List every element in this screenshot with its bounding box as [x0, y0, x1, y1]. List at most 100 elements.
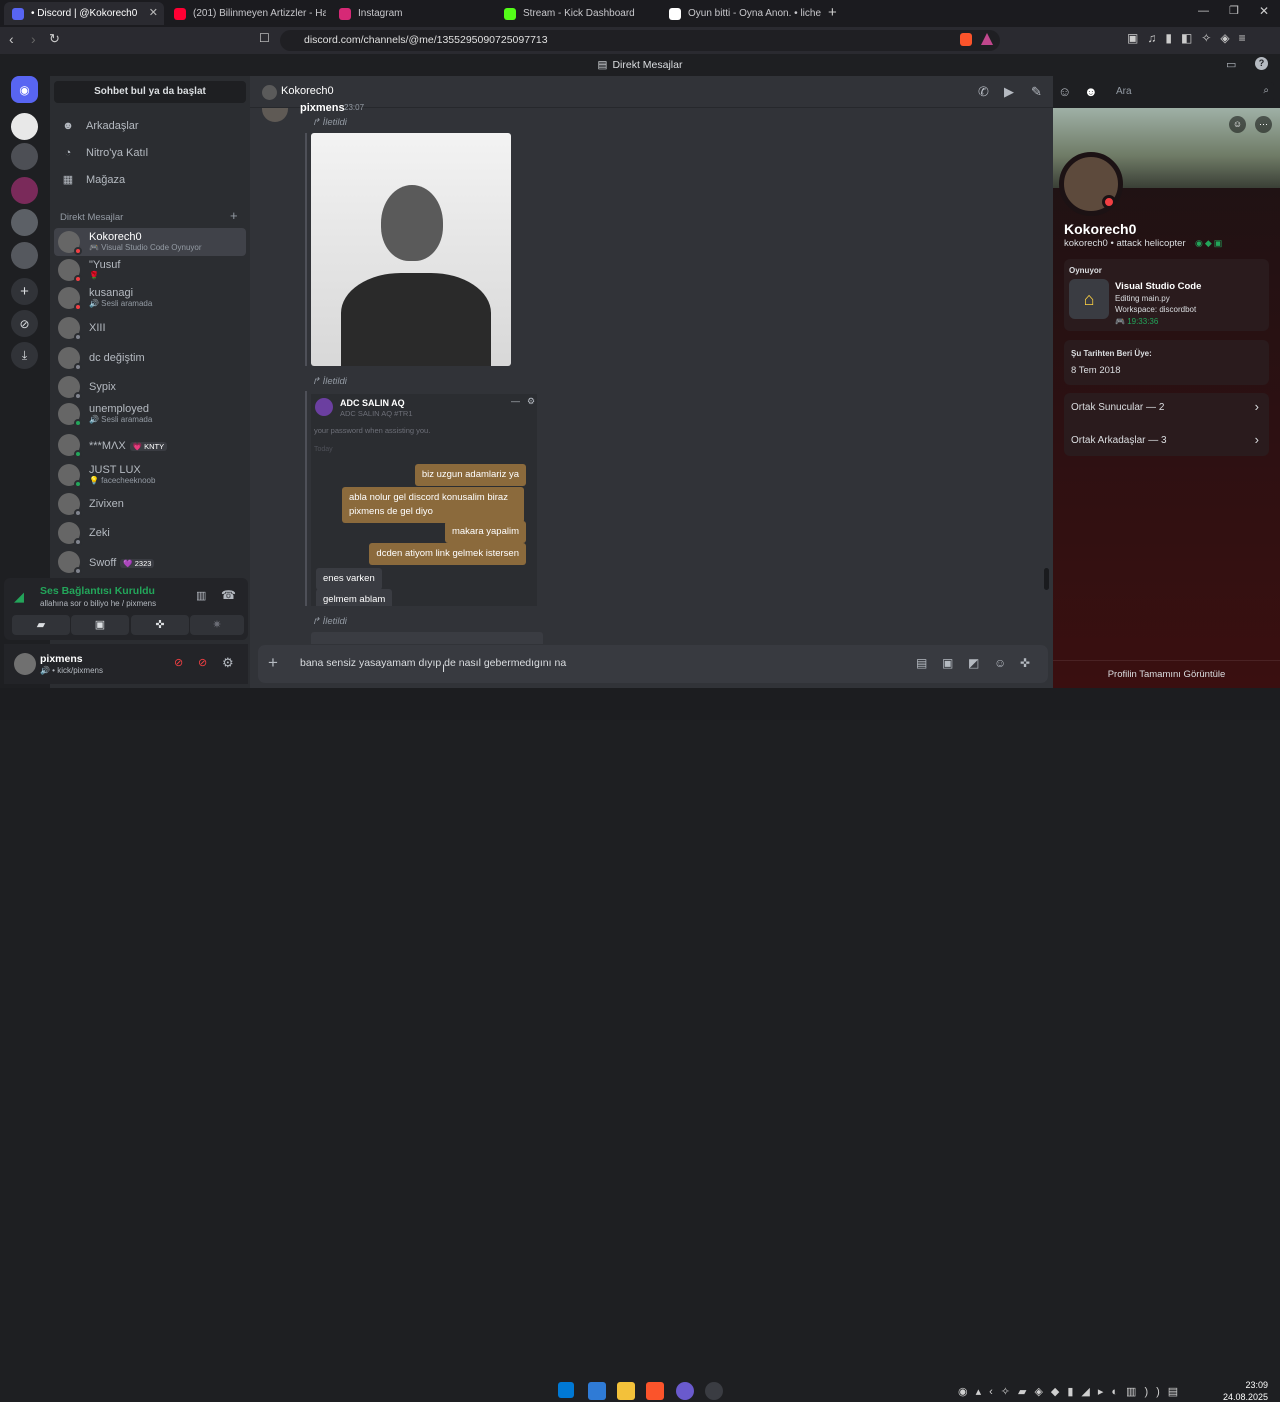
app-icon[interactable] — [705, 1382, 723, 1400]
dm-item[interactable]: Kokorech0 🎮 Visual Studio Code Oynuyor — [54, 228, 246, 256]
system-tray-icons[interactable]: ◉▴‹✧▰◈◆▮◢▸◐▥))▤ — [958, 1385, 1186, 1398]
noise-suppression-icon[interactable]: ▥ — [196, 589, 206, 602]
gift-icon[interactable]: ▤ — [916, 656, 927, 670]
inbox-icon[interactable]: ▭ — [1226, 58, 1236, 71]
dm-item[interactable]: Zeki — [54, 519, 246, 547]
dm-item[interactable]: "Yusuf 🌹 — [54, 256, 246, 284]
server-icon[interactable] — [11, 143, 38, 170]
pinned-messages-icon[interactable]: ✎ — [1031, 84, 1042, 100]
forward-button[interactable]: › — [31, 31, 36, 47]
maximize-button[interactable]: ❐ — [1229, 4, 1239, 17]
video-call-icon[interactable]: ▶ — [1004, 84, 1014, 100]
dm-item[interactable]: JUST LUX 💡 facecheeknoob — [54, 461, 246, 489]
clock-time[interactable]: 23:09 — [1228, 1380, 1268, 1390]
dm-item[interactable]: Sypix — [54, 373, 246, 401]
server-icon[interactable] — [11, 113, 38, 140]
nav-friends[interactable]: ☻ Arkadaşlar — [60, 120, 138, 132]
browser-extension-icons[interactable]: ▣♫▮◧✧◈≡ — [1127, 31, 1255, 45]
widgets-icon[interactable] — [588, 1382, 606, 1400]
create-dm-button[interactable]: + — [230, 208, 238, 223]
brave-shield-icon[interactable] — [960, 33, 972, 46]
message-input[interactable]: bana sensiz yasayamam dıyıp de nasıl geb… — [300, 657, 566, 669]
settings-gear-icon[interactable]: ⚙ — [222, 655, 234, 671]
discord-home-icon[interactable]: ◉ — [11, 76, 38, 103]
dm-item[interactable]: XIII — [54, 314, 246, 342]
mic-muted-icon[interactable]: ⊘ — [174, 656, 183, 669]
nav-nitro[interactable]: ◔ Nitro'ya Katıl — [60, 147, 148, 159]
activities-button[interactable]: ✜ — [131, 615, 189, 635]
voice-channel[interactable]: allahına sor o biliyo he / pixmens — [40, 599, 156, 608]
username[interactable]: pixmens — [40, 653, 83, 665]
file-explorer-icon[interactable] — [617, 1382, 635, 1400]
tab-instagram[interactable]: Instagram — [331, 2, 491, 25]
apps-icon[interactable]: ✜ — [1020, 656, 1030, 670]
tab-title: Oyun bitti - Oyna Anon. • lichess.org — [688, 8, 821, 19]
server-icon[interactable] — [11, 177, 38, 204]
search-input[interactable]: Ara ⌕ — [1110, 82, 1274, 102]
avatar[interactable] — [14, 653, 36, 675]
soundboard-button[interactable]: ✷ — [190, 615, 244, 635]
clock-date[interactable]: 24.08.2025 — [1218, 1392, 1268, 1402]
status-indicator — [74, 363, 82, 371]
dm-item[interactable]: dc değiştim — [54, 344, 246, 372]
forwarded-image[interactable] — [311, 133, 511, 366]
server-icon[interactable] — [11, 242, 38, 269]
message-input-box[interactable]: + bana sensiz yasayamam dıyıp de nasıl g… — [258, 645, 1048, 683]
bookmark-icon[interactable]: ☐ — [259, 31, 270, 45]
avatar[interactable] — [262, 108, 288, 122]
server-icon[interactable] — [11, 209, 38, 236]
deafen-icon[interactable]: ⊘ — [198, 656, 207, 669]
gif-icon[interactable]: ▣ — [942, 656, 953, 670]
status-indicator — [74, 275, 82, 283]
add-server-icon[interactable]: + — [11, 278, 38, 305]
dm-item[interactable]: unemployed 🔊 Sesli aramada — [54, 400, 246, 428]
mutual-friends-row[interactable]: Ortak Arkadaşlar — 3 › — [1064, 425, 1269, 456]
dm-item[interactable]: ***MΛX 💗 KNTY — [54, 431, 246, 459]
download-icon[interactable]: ⤓ — [11, 342, 38, 369]
profile-badges-icon[interactable]: ◉◆▣ — [1195, 238, 1224, 249]
explore-icon[interactable]: ⊘ — [11, 310, 38, 337]
brave-browser-icon[interactable] — [646, 1382, 664, 1400]
close-tab-icon[interactable]: ✕ — [149, 6, 158, 19]
dm-item[interactable]: kusanagi 🔊 Sesli aramada — [54, 284, 246, 312]
dm-text: Kokorech0 🎮 Visual Studio Code Oynuyor — [89, 231, 202, 253]
user-profile-icon[interactable]: ☻ — [1084, 84, 1098, 99]
find-conversation-button[interactable]: Sohbet bul ya da başlat — [54, 81, 246, 103]
brave-rewards-icon[interactable] — [981, 33, 993, 45]
reload-button[interactable]: ↻ — [49, 31, 60, 47]
screen-share-button[interactable]: ▣ — [71, 615, 129, 635]
tab-discord[interactable]: • Discord | @Kokorech0 ✕ — [4, 2, 164, 25]
tab-lichess[interactable]: Oyun bitti - Oyna Anon. • lichess.org — [661, 2, 821, 25]
more-options-icon[interactable]: ⋯ — [1255, 116, 1272, 133]
message-author[interactable]: pixmens — [300, 102, 345, 114]
voice-call-icon[interactable]: ✆ — [978, 84, 989, 100]
minimize-button[interactable]: — — [1198, 5, 1209, 17]
scrollbar-thumb[interactable] — [1044, 568, 1049, 590]
dm-item[interactable]: Zivixen — [54, 490, 246, 518]
attach-plus-icon[interactable]: + — [268, 654, 278, 672]
url-input[interactable]: discord.com/channels/@me/135529509072509… — [280, 30, 1000, 51]
add-friend-icon[interactable]: ☺ — [1229, 116, 1246, 133]
nav-shop[interactable]: ▦ Mağaza — [60, 173, 125, 187]
close-window-button[interactable]: ✕ — [1259, 4, 1269, 18]
help-icon[interactable]: ? — [1255, 57, 1268, 70]
start-icon[interactable] — [558, 1382, 574, 1398]
forwarded-preview[interactable] — [311, 632, 543, 644]
disconnect-icon[interactable]: ☎ — [221, 588, 236, 602]
tab-kick[interactable]: Stream - Kick Dashboard — [496, 2, 656, 25]
sticker-icon[interactable]: ◩ — [968, 656, 979, 670]
tab-youtube[interactable]: (201) Bilinmeyen Artizzler - Haykiö — [166, 2, 326, 25]
back-button[interactable]: ‹ — [9, 31, 14, 47]
view-full-profile-link[interactable]: Profilin Tamamını Görüntüle — [1053, 660, 1280, 688]
dm-badge: 💗 KNTY — [129, 442, 168, 451]
camera-off-button[interactable]: ▰ — [12, 615, 70, 635]
voice-status[interactable]: Ses Bağlantısı Kuruldu — [40, 585, 155, 597]
emoji-icon[interactable]: ☺ — [994, 656, 1006, 670]
chat-recipient-name[interactable]: Kokorech0 — [281, 85, 334, 97]
app-icon[interactable] — [676, 1382, 694, 1400]
forwarded-screenshot[interactable]: ADC SALIN AQ ADC SALIN AQ #TR1 — ⚙ your … — [311, 394, 537, 606]
dm-item[interactable]: Swoff 💜 2323 — [54, 548, 246, 576]
add-friends-to-dm-icon[interactable]: ☺ — [1058, 84, 1071, 99]
mutual-servers-row[interactable]: Ortak Sunucular — 2 › — [1064, 393, 1269, 424]
new-tab-button[interactable]: + — [828, 4, 837, 21]
